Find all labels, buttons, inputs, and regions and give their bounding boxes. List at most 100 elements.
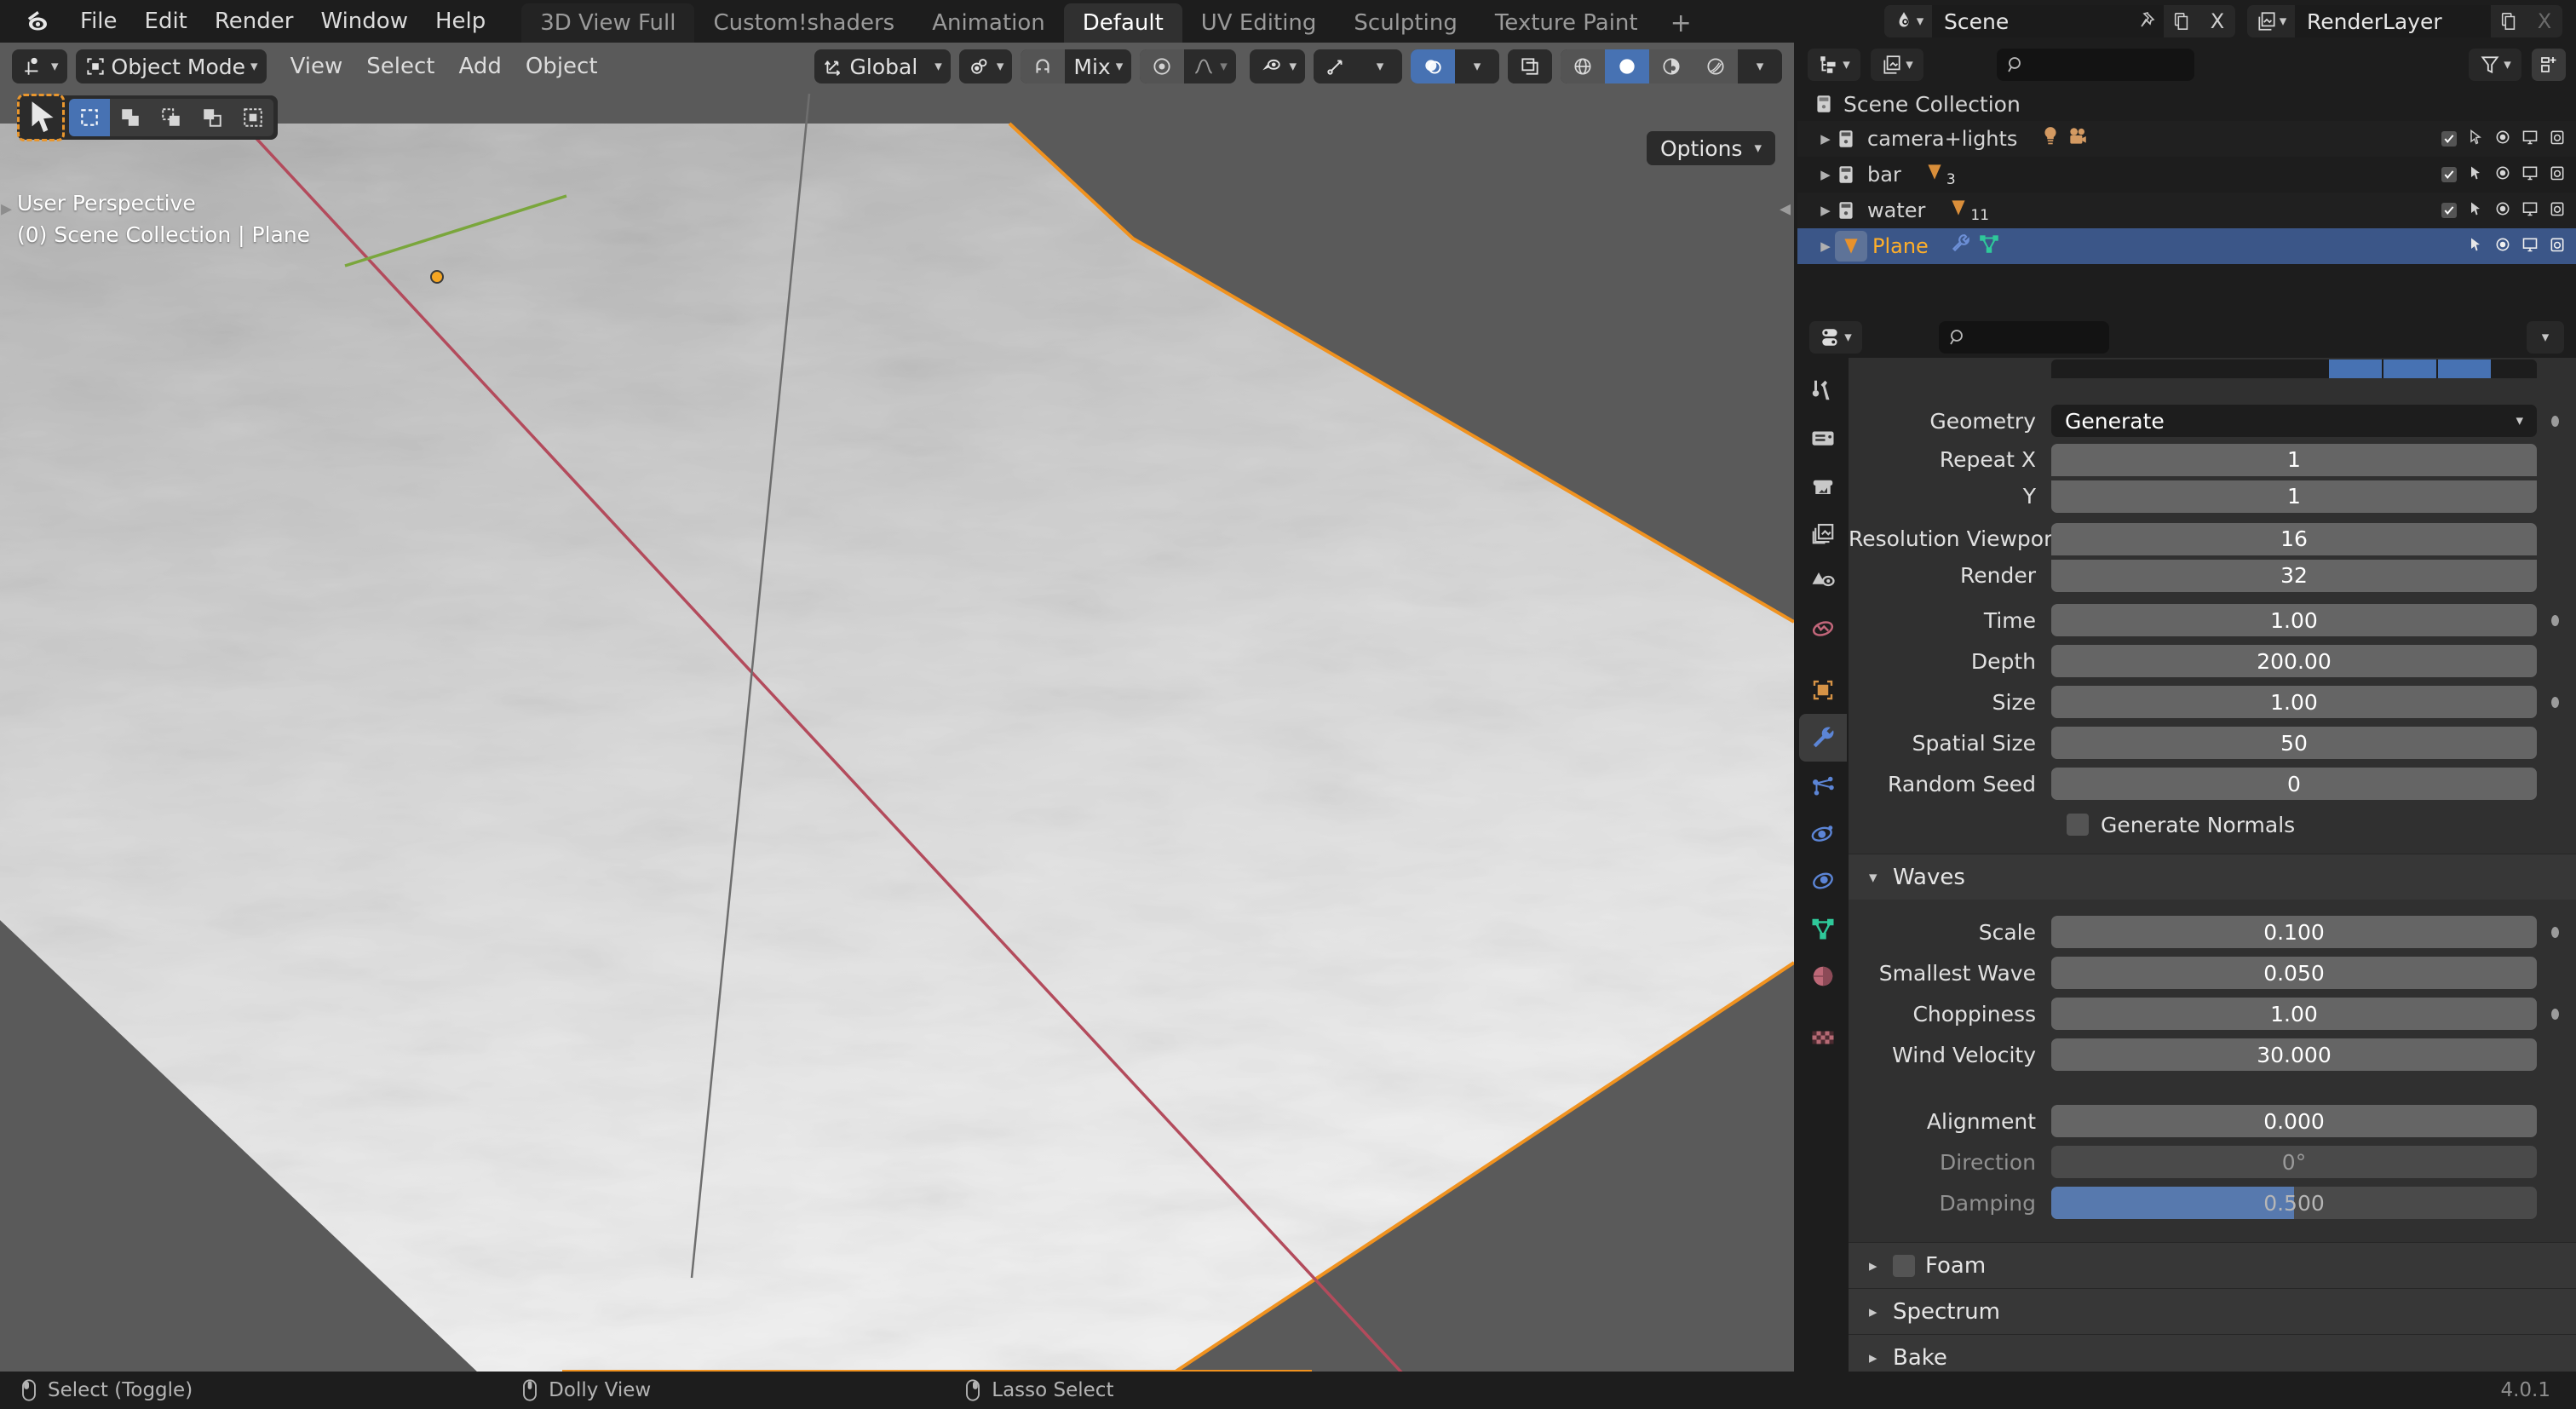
hide-viewport-eye-icon[interactable]: [2494, 198, 2511, 222]
shading-dropdown[interactable]: ▾: [1738, 49, 1782, 83]
disclosure-triangle-icon[interactable]: ▶: [1816, 203, 1835, 218]
outliner-row-water[interactable]: ▶ water 11: [1797, 193, 2576, 228]
direction-field[interactable]: 0°: [2051, 1146, 2537, 1178]
world-tab[interactable]: [1799, 605, 1847, 653]
selectable-arrow-icon[interactable]: [2467, 234, 2484, 258]
disclosure-triangle-icon[interactable]: ▶: [1816, 167, 1835, 182]
select-intersect-icon[interactable]: [233, 99, 273, 136]
render-tab[interactable]: [1799, 414, 1847, 462]
collection-checkbox[interactable]: [2441, 167, 2457, 182]
object-visibility-icon[interactable]: ▾: [1250, 49, 1305, 83]
selectable-arrow-icon[interactable]: [2467, 198, 2484, 222]
falloff-curve-button[interactable]: ▾: [1184, 49, 1236, 83]
data-tab[interactable]: [1799, 905, 1847, 952]
alignment-field[interactable]: 0.000: [2051, 1105, 2537, 1137]
sidebar-toggle-icon[interactable]: ◂: [1780, 196, 1791, 221]
selectable-arrow-icon[interactable]: [2467, 163, 2484, 187]
collection-checkbox[interactable]: [2441, 131, 2457, 147]
new-layer-icon[interactable]: [2491, 5, 2527, 37]
toolbar-toggle-icon[interactable]: ▸: [1, 196, 12, 221]
disclosure-triangle-icon[interactable]: ▶: [1816, 131, 1835, 147]
pin-icon[interactable]: [2128, 5, 2164, 37]
resolution-render-field[interactable]: 32: [2051, 559, 2537, 592]
foam-checkbox[interactable]: [1893, 1254, 1915, 1277]
clipped-toggle[interactable]: [2383, 359, 2436, 378]
animate-property-dot[interactable]: [2544, 926, 2566, 938]
new-scene-icon[interactable]: [2164, 5, 2199, 37]
tab-custom-shaders[interactable]: Custom!shaders: [694, 3, 913, 43]
disable-viewport-icon[interactable]: [2521, 234, 2539, 258]
select-invert-icon[interactable]: [192, 99, 233, 136]
tab-3d-view-full[interactable]: 3D View Full: [521, 3, 695, 43]
resolution-viewport-field[interactable]: 16: [2051, 522, 2537, 555]
menu-file[interactable]: File: [66, 3, 131, 39]
xray-icon[interactable]: [1508, 49, 1552, 83]
tweak-cursor-icon[interactable]: [17, 94, 65, 141]
pivot-point-selector[interactable]: ▾: [958, 49, 1013, 83]
tab-uv-editing[interactable]: UV Editing: [1182, 3, 1336, 43]
proportional-edit-icon[interactable]: [1140, 49, 1185, 83]
hide-viewport-eye-icon[interactable]: [2494, 234, 2511, 258]
smallest-wave-field[interactable]: 0.050: [2051, 957, 2537, 989]
new-collection-icon[interactable]: [2532, 49, 2566, 81]
disable-render-camera-icon[interactable]: [2549, 234, 2566, 258]
menu-edit[interactable]: Edit: [131, 3, 201, 39]
remove-view-layer-button[interactable]: X: [2527, 5, 2562, 37]
particles-tab[interactable]: [1799, 762, 1847, 809]
pivot-point-button[interactable]: ▾: [959, 49, 1013, 83]
tab-sculpting[interactable]: Sculpting: [1335, 3, 1475, 43]
bake-section-header[interactable]: ▸ Bake: [1849, 1334, 2576, 1372]
constraints-tab[interactable]: [1799, 857, 1847, 905]
depth-field[interactable]: 200.00: [2051, 645, 2537, 677]
outliner-row-plane[interactable]: ▶ Plane: [1797, 228, 2576, 264]
outliner-display-mode-icon[interactable]: ▾: [1808, 49, 1860, 81]
shading-solid-icon[interactable]: [1605, 49, 1649, 83]
selectable-arrow-icon[interactable]: [2467, 127, 2484, 151]
properties-collapse-button[interactable]: ▾: [2527, 321, 2564, 354]
viewport-menu-add[interactable]: Add: [447, 50, 514, 83]
scene-icon[interactable]: ▾: [1884, 5, 1932, 37]
disable-viewport-icon[interactable]: [2521, 127, 2539, 151]
editor-type-properties-icon[interactable]: ▾: [1809, 321, 1862, 354]
gizmo-icon[interactable]: [1314, 49, 1358, 83]
properties-search-input[interactable]: [1939, 321, 2109, 354]
select-set-new-icon[interactable]: [69, 99, 110, 136]
wave-scale-field[interactable]: 0.100: [2051, 916, 2537, 948]
damping-slider[interactable]: 0.500: [2051, 1187, 2537, 1219]
gizmo-dropdown[interactable]: ▾: [1358, 49, 1402, 83]
3d-viewport[interactable]: ▾ Object Mode ▾ View Select Add Object G…: [0, 43, 1794, 1372]
object-mode-button[interactable]: Object Mode ▾: [76, 49, 267, 83]
view-layer-tab[interactable]: [1799, 509, 1847, 557]
disclosure-triangle-icon[interactable]: ▶: [1816, 239, 1835, 254]
scene-name[interactable]: Scene: [1932, 5, 2128, 37]
geometry-dropdown[interactable]: Generate ▾: [2051, 405, 2537, 437]
disable-viewport-icon[interactable]: [2521, 198, 2539, 222]
select-subtract-icon[interactable]: [151, 99, 192, 136]
hide-viewport-eye-icon[interactable]: [2494, 163, 2511, 187]
viewport-menu-object[interactable]: Object: [514, 50, 610, 83]
generate-normals-checkbox[interactable]: [2067, 814, 2089, 836]
blender-logo-icon[interactable]: [22, 4, 56, 38]
overlays-icon[interactable]: [1411, 49, 1455, 83]
view-layer-name[interactable]: RenderLayer: [2295, 5, 2491, 37]
editor-type-3dview-icon[interactable]: ▾: [12, 49, 67, 83]
collection-checkbox[interactable]: [2441, 203, 2457, 218]
waves-section-header[interactable]: ▾ Waves: [1849, 854, 2576, 900]
material-tab[interactable]: [1799, 952, 1847, 1000]
shading-wireframe-icon[interactable]: [1561, 49, 1605, 83]
repeat-x-field[interactable]: 1: [2051, 443, 2537, 476]
outliner-id-type-icon[interactable]: ▾: [1871, 49, 1923, 81]
viewport-menu-view[interactable]: View: [279, 50, 355, 83]
menu-window[interactable]: Window: [307, 3, 422, 39]
object-mode-selector[interactable]: Object Mode ▾: [75, 49, 267, 83]
menu-render[interactable]: Render: [201, 3, 308, 39]
outliner-row-scene-collection[interactable]: Scene Collection: [1797, 87, 2576, 121]
disable-viewport-icon[interactable]: [2521, 163, 2539, 187]
spectrum-section-header[interactable]: ▸ Spectrum: [1849, 1288, 2576, 1334]
clipped-toggle[interactable]: [2329, 359, 2382, 378]
transform-orientation-selector[interactable]: Global ▾: [814, 49, 951, 83]
magnet-icon[interactable]: [1021, 49, 1066, 83]
animate-property-dot[interactable]: [2544, 614, 2566, 626]
outliner-search-input[interactable]: [1997, 49, 2194, 81]
viewport-menu-select[interactable]: Select: [354, 50, 446, 83]
